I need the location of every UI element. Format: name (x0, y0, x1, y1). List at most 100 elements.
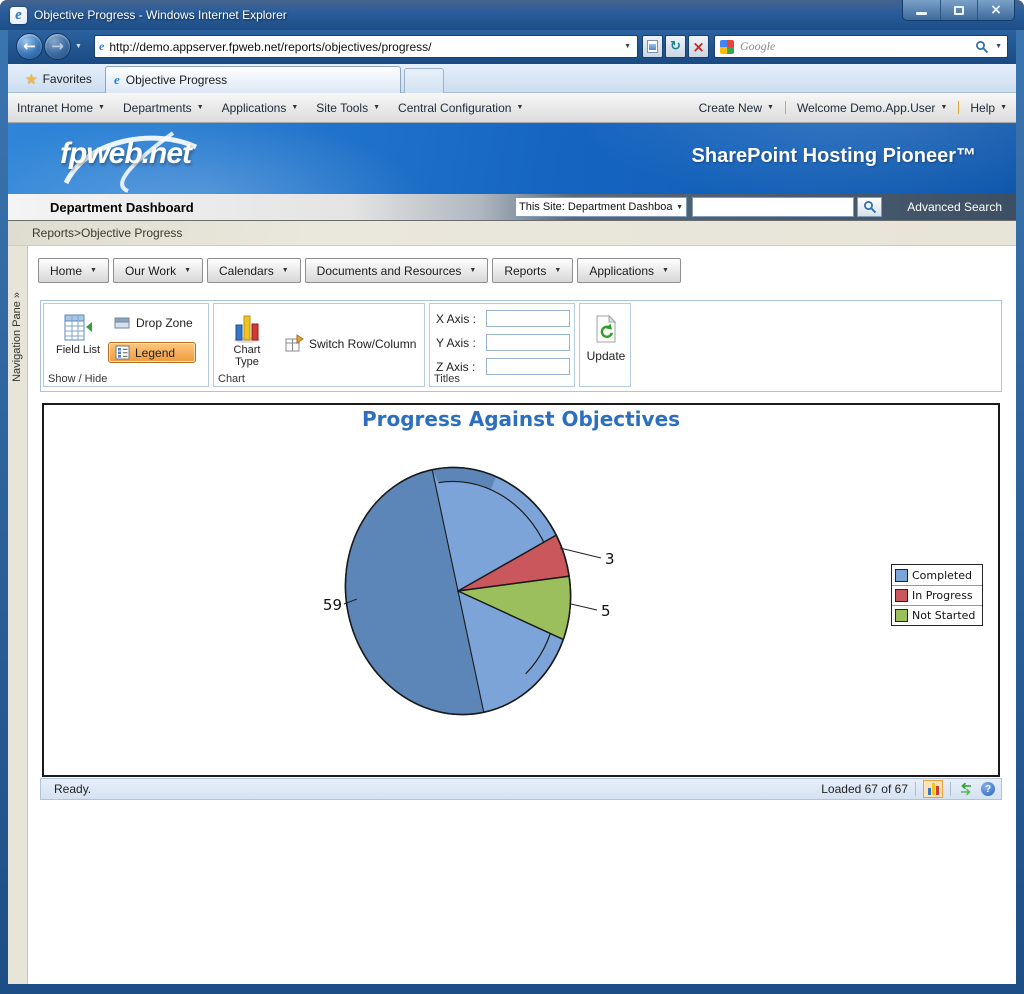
site-search-go-button[interactable] (857, 197, 882, 217)
menu-departments[interactable]: Departments▼ (114, 101, 213, 115)
site-search-input[interactable] (692, 197, 854, 217)
tab-calendars[interactable]: Calendars▼ (207, 258, 301, 283)
window-controls: × (902, 0, 1015, 21)
site-header-bar: Department Dashboard This Site: Departme… (8, 194, 1016, 221)
tab-applications[interactable]: Applications▼ (577, 258, 681, 283)
page-render-button[interactable] (642, 35, 663, 58)
menu-help[interactable]: Help▼ (961, 101, 1016, 115)
field-list-icon (62, 312, 94, 344)
group-label: Titles (434, 373, 460, 385)
title-bar: e Objective Progress - Windows Internet … (0, 0, 1024, 30)
navigation-pane-collapsed[interactable]: Navigation Pane » (8, 246, 28, 984)
advanced-search-link[interactable]: Advanced Search (907, 194, 1002, 220)
legend-item-completed: Completed (892, 565, 982, 585)
menu-central-configuration[interactable]: Central Configuration▼ (389, 101, 532, 115)
data-label-in-progress: 3 (605, 550, 615, 568)
status-text: Ready. (41, 782, 91, 796)
chart-view-toggle-button[interactable] (923, 780, 943, 798)
chevron-down-icon: ▼ (676, 204, 683, 211)
web-search-box[interactable]: Google ▼ (714, 35, 1008, 58)
legend-swatch-in-progress (895, 589, 908, 602)
page-favicon-icon: e (99, 39, 104, 54)
site-title[interactable]: Department Dashboard (8, 200, 194, 215)
new-tab-stub[interactable] (404, 68, 444, 93)
navigation-pane-label: Navigation Pane » (11, 292, 23, 382)
drop-zone-button[interactable]: Drop Zone (108, 314, 199, 332)
chart-type-button[interactable]: Chart Type (222, 312, 272, 368)
menu-site-tools[interactable]: Site Tools▼ (307, 101, 389, 115)
menu-applications[interactable]: Applications▼ (213, 101, 308, 115)
url-text[interactable]: http://demo.appserver.fpweb.net/reports/… (109, 40, 617, 54)
chart-area: Progress Against Objectives 59 3 (42, 403, 1000, 777)
z-axis-input[interactable] (486, 358, 570, 375)
stop-button[interactable]: × (688, 35, 709, 58)
tab-reports[interactable]: Reports▼ (492, 258, 573, 283)
legend-swatch-completed (895, 569, 908, 582)
close-button[interactable]: × (977, 0, 1014, 20)
switch-row-column-icon (284, 334, 304, 354)
favorites-button[interactable]: ★ Favorites (16, 67, 101, 90)
update-group: Update (579, 303, 631, 387)
y-axis-input[interactable] (486, 334, 570, 351)
page-icon (647, 40, 658, 53)
fpweb-logo[interactable]: fpweb.net (60, 137, 191, 171)
browser-window: e Objective Progress - Windows Internet … (0, 0, 1024, 994)
update-button[interactable]: Update (585, 314, 627, 363)
group-label: Show / Hide (48, 373, 107, 385)
show-hide-group: Field List Drop Zone (43, 303, 209, 387)
chevron-down-icon: ▼ (282, 267, 289, 274)
favorites-bar: ★ Favorites e Objective Progress (8, 64, 1016, 93)
leader-line-not-started (571, 604, 597, 610)
search-icon (863, 200, 877, 214)
chart-status-bar: Ready. Loaded 67 of 67 ? (40, 778, 1002, 800)
chart-toggle-icon (928, 788, 931, 795)
chevron-down-icon: ▼ (184, 267, 191, 274)
tab-documents-and-resources[interactable]: Documents and Resources▼ (305, 258, 489, 283)
forward-button[interactable]: → (44, 33, 71, 60)
search-placeholder: Google (740, 39, 969, 54)
switch-row-column-button[interactable]: Switch Row/Column (278, 332, 422, 356)
history-dropdown[interactable]: ▼ (75, 43, 82, 50)
chevron-down-icon: ▼ (940, 104, 947, 111)
chart-legend: Completed In Progress Not Started (891, 564, 983, 626)
refresh-button[interactable]: ↻ (665, 35, 686, 58)
tab-our-work[interactable]: Our Work▼ (113, 258, 203, 283)
x-axis-input[interactable] (486, 310, 570, 327)
breadcrumb[interactable]: Reports>Objective Progress (8, 221, 1016, 246)
navigation-bar: ← → ▼ e http://demo.appserver.fpweb.net/… (8, 30, 1016, 64)
search-scope-dropdown[interactable]: This Site: Department Dashboa ▼ (515, 197, 687, 217)
chart-toolbar: Field List Drop Zone (40, 300, 1002, 392)
help-icon[interactable]: ? (981, 782, 995, 796)
field-list-button[interactable]: Field List (54, 312, 102, 356)
client-area: ← → ▼ e http://demo.appserver.fpweb.net/… (8, 30, 1016, 984)
search-magnifier-icon[interactable] (975, 40, 989, 54)
back-button[interactable]: ← (16, 33, 43, 60)
chevron-down-icon: ▼ (469, 267, 476, 274)
legend-swatch-not-started (895, 609, 908, 622)
chart-group: Chart Type Switch Row/Column Chart (213, 303, 425, 387)
banner-tagline: SharePoint Hosting Pioneer™ (692, 145, 976, 168)
chevron-down-icon: ▼ (98, 104, 105, 111)
maximize-button[interactable] (940, 0, 977, 20)
search-options-icon[interactable]: ▼ (995, 43, 1002, 50)
address-dropdown-icon[interactable]: ▼ (622, 43, 633, 50)
chevron-down-icon: ▼ (90, 267, 97, 274)
drop-zone-icon (114, 316, 131, 330)
menu-create-new[interactable]: Create New▼ (690, 101, 783, 115)
legend-toggle-button[interactable]: Legend (108, 342, 196, 363)
menu-intranet-home[interactable]: Intranet Home▼ (8, 101, 114, 115)
pie-chart: 59 3 5 (44, 405, 998, 775)
menu-separator (958, 101, 959, 114)
tab-objective-progress[interactable]: e Objective Progress (105, 66, 401, 93)
z-axis-label: Z Axis : (436, 360, 486, 374)
minimize-button[interactable] (903, 0, 940, 20)
address-bar[interactable]: e http://demo.appserver.fpweb.net/report… (94, 35, 638, 58)
favorites-label: Favorites (43, 72, 92, 86)
forward-arrow-icon: → (51, 39, 64, 54)
tab-home[interactable]: Home▼ (38, 258, 109, 283)
refresh-data-icon[interactable] (958, 782, 974, 796)
close-icon: × (990, 3, 1002, 17)
maximize-icon (954, 6, 964, 15)
chevron-down-icon: ▼ (662, 267, 669, 274)
menu-welcome-user[interactable]: Welcome Demo.App.User▼ (788, 101, 956, 115)
